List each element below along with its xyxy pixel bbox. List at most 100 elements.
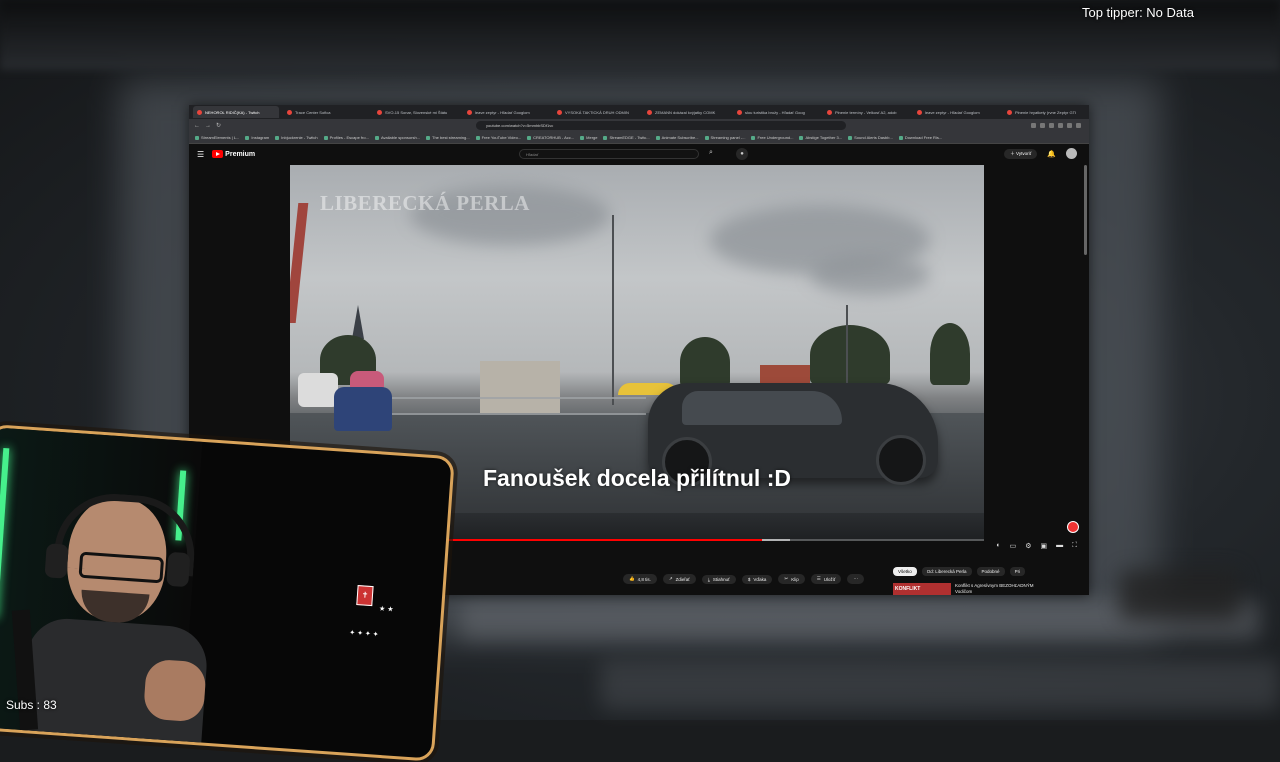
record-icon[interactable] [1067,521,1079,533]
extension-icon[interactable] [1049,123,1054,128]
avatar[interactable] [1066,148,1077,159]
suggested-thumbnail: KONFLIKT [893,583,951,595]
download-button[interactable]: ⤓ Stiahnuť [701,574,736,584]
save-button[interactable]: ☰ Uložiť [810,574,842,584]
back-icon[interactable]: ← [194,123,200,129]
bookmark-item[interactable]: StreamElements | L... [195,135,239,140]
address-bar[interactable]: youtube.com/watch?v=5mmhbSDf1vc [476,121,847,130]
bookmark-item[interactable]: Available sponsorsh... [374,135,420,140]
browser-tab[interactable]: Trace Center Sofica [283,106,369,118]
create-button[interactable]: ＋ Vytvoriť [1004,148,1038,159]
share-button[interactable]: ↗ Zdieľať [662,574,696,584]
bookmark-item[interactable]: Inbjuckrenie - Twitch [275,135,318,140]
menu-icon[interactable]: ☰ [197,150,204,159]
bookmark-item[interactable]: Free Underground... [751,135,793,140]
bookmark-item[interactable]: Download Free Ris... [898,135,943,140]
thumbs-up-icon: 👍 [629,576,635,581]
tab-label: leave zeptyr - Hľadať Googlom [925,109,980,115]
filter-chip[interactable]: Pri [1009,567,1026,576]
tree [810,325,890,385]
extension-icon[interactable] [1076,123,1081,128]
blue-car [334,387,392,431]
browser-tab[interactable]: slou turistika brožy - Hľadať Goog [733,106,819,118]
microphone-icon[interactable]: ● [736,148,748,160]
bookmark-item[interactable]: The best streaming... [426,135,470,140]
bookmark-item[interactable]: Profiles - Escape fro... [323,135,369,140]
thanks-icon: $ [747,576,751,582]
bookmark-icon [275,135,280,140]
player-controls: ◐ ▭ ⚙ ▣ ▬ ⛶ [996,542,1077,550]
bookmark-item[interactable]: CREATORHUB - Acc... [527,135,574,140]
filter-chip[interactable]: Všetko [893,567,917,576]
youtube-logo[interactable]: Premium [212,150,255,158]
subtitles-icon[interactable]: ▭ [1010,542,1017,550]
bookmark-item[interactable]: Abstige Together 3... [799,135,842,140]
bookmark-label: Profiles - Escape fro... [329,135,369,140]
cloud [810,255,930,295]
suggested-video[interactable]: KONFLIKT Konflikt s Agresívnym BEZOHĽADN… [893,583,1035,595]
forward-icon[interactable]: → [205,123,211,129]
more-icon[interactable]: ⋯ [847,574,864,584]
miniplayer-icon[interactable]: ▣ [1040,542,1047,550]
stars-icon: ★ ★ [378,605,394,614]
filter-chip[interactable]: Podobné [976,567,1005,576]
tab-favicon-icon [737,109,742,115]
bookmark-icon [799,135,804,140]
bookmark-item[interactable]: Animate Subscribe... [655,135,699,140]
tree [930,323,970,385]
save-icon: ☰ [816,576,821,581]
reload-icon[interactable]: ↻ [216,122,221,129]
thumbs-up-button[interactable]: 👍 4,8 tis. [623,574,657,584]
bookmark-item[interactable]: Merge [580,135,597,140]
theater-mode-icon[interactable]: ▬ [1056,542,1063,550]
extension-icon[interactable] [1031,123,1036,128]
action-label: Stiahnuť [712,576,730,582]
suggested-title: Konflikt s Agresívnym BEZOHĽADNÝM Vodičo… [955,583,1034,594]
bookmark-label: CREATORHUB - Acc... [533,135,575,140]
van [298,373,338,407]
bookmark-label: Animate Subscribe... [661,135,699,140]
filter-chip[interactable]: Od: Liberecká Perla [921,567,972,576]
bookmark-icon [655,135,660,140]
search-icon[interactable]: ⌕ [709,149,713,157]
bookmark-label: The best streaming... [432,135,470,140]
tab-favicon-icon [1007,109,1012,115]
bookmark-item[interactable]: Streaming panel -... [704,135,745,140]
browser-tab[interactable]: NEHOROL RIDIČ(KA) - Twitch [193,106,279,118]
stars-icon: ✦ ✦ ✦ ✦ [349,629,379,639]
browser-tab[interactable]: Plnenie hryatkety (rvne Zeptyr GTI [1003,106,1089,118]
progress-buffer [761,539,790,541]
bookmark-icon [580,135,585,140]
browser-tab[interactable]: ZEMANN dokázal kvýjatky COMK [643,106,729,118]
bookmark-item[interactable]: StreamEDGE - Twitc... [603,135,650,140]
tab-favicon-icon [197,109,202,115]
emblem-icon: ✝ [356,585,374,607]
bookmark-icon [527,135,532,140]
extension-icon[interactable] [1058,123,1063,128]
scrollbar[interactable] [1084,165,1087,255]
fullscreen-icon[interactable]: ⛶ [1072,542,1077,550]
browser-tab[interactable]: Plnenie termíny - Velkosť A2, adob [823,106,909,118]
thanks-button[interactable]: $ Vďaka [741,574,773,584]
tab-label: Plnenie hryatkety (rvne Zeptyr GTI [1015,109,1077,115]
browser-tab[interactable]: leave zeptyr - Hľadať Googlom [463,106,549,118]
autoplay-toggle-icon[interactable]: ◐ [996,542,1000,550]
bookmark-icon [323,135,328,140]
clip-button[interactable]: ✂ Klip [778,574,805,584]
bookmark-item[interactable]: Instagram [245,135,269,140]
browser-tab[interactable]: VYSOKÁ TAKTICKÁ DRUH ODMIN [553,106,639,118]
fence [386,397,646,415]
bookmark-item[interactable]: Free YouTube Video... [475,135,521,140]
extension-icon[interactable] [1067,123,1072,128]
blurred-ui-strip [1120,570,1240,620]
search-input[interactable]: Hľadať [519,149,699,159]
bookmark-label: Download Free Ris... [904,135,943,140]
browser-tab[interactable]: leave zeptyr - Hľadať Googlom [913,106,999,118]
bookmark-label: Merge [586,135,598,140]
bookmark-item[interactable]: Sound Alerts Dasbb... [848,135,893,140]
settings-icon[interactable]: ⚙ [1025,542,1031,550]
extension-icon[interactable] [1040,123,1045,128]
notifications-icon[interactable]: 🔔 [1047,150,1056,158]
browser-tab[interactable]: SVO-15 Sonar, Slovenské mi Štátu [373,106,459,118]
tab-favicon-icon [467,109,472,115]
